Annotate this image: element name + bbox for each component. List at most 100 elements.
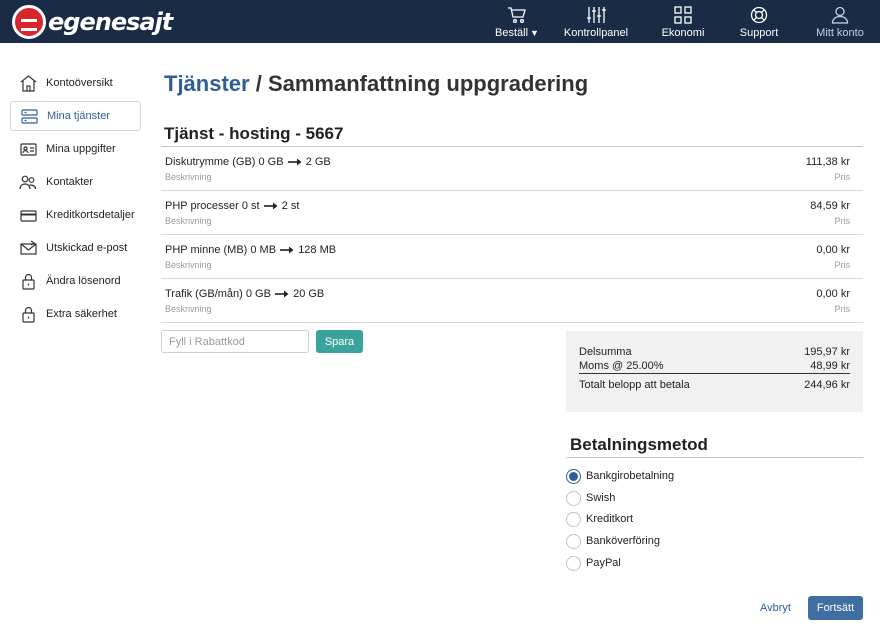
subtotal-value: 195,97 kr [804, 346, 850, 358]
row-description: Beskrivning [165, 172, 212, 182]
nav-label: Ekonomi [661, 27, 705, 39]
nav-label: Kontrollpanel [563, 27, 629, 39]
payment-option-bankoverforing[interactable]: Banköverföring [566, 532, 660, 550]
row-name: Diskutrymme (GB) 0 GB 2 GB [165, 156, 331, 168]
sidebar-item-label: Mina uppgifter [46, 143, 116, 155]
row-price: 0,00 kr [816, 244, 850, 256]
sidebar-item-utskickad-epost[interactable]: Utskickad e-post [10, 233, 141, 263]
credit-card-icon [19, 206, 37, 224]
sidebar-item-label: Utskickad e-post [46, 242, 128, 254]
sidebar-item-andra-losenord[interactable]: Ändra lösenord [10, 266, 141, 296]
vat-line: Moms @ 25.00% 48,99 kr [579, 360, 850, 372]
order-summary: Delsumma 195,97 kr Moms @ 25.00% 48,99 k… [566, 331, 863, 412]
sidebar-item-kreditkortsdetaljer[interactable]: Kreditkortsdetaljer [10, 200, 141, 230]
service-title: Tjänst - hosting - 5667 [164, 124, 344, 143]
sidebar-item-label: Kontakter [46, 176, 94, 188]
payment-option-label: Banköverföring [586, 535, 660, 547]
arrow-right-icon [280, 246, 294, 254]
nav-kontrollpanel[interactable]: Kontrollpanel [560, 0, 632, 43]
payment-option-swish[interactable]: Swish [566, 489, 615, 507]
subtotal-line: Delsumma 195,97 kr [579, 346, 850, 358]
payment-option-paypal[interactable]: PayPal [566, 554, 621, 572]
row-name: PHP processer 0 st 2 st [165, 200, 300, 212]
payment-option-label: Swish [586, 492, 616, 504]
table-row: Diskutrymme (GB) 0 GB 2 GB Beskrivning 1… [161, 147, 863, 191]
payment-option-bankgiro[interactable]: Bankgirobetalning [566, 467, 674, 485]
breadcrumb-current: Sammanfattning uppgradering [267, 71, 589, 96]
row-price-label: Pris [834, 172, 851, 182]
id-card-icon [19, 140, 37, 158]
row-price: 0,00 kr [816, 288, 850, 300]
radio-button[interactable] [566, 468, 581, 484]
continue-button[interactable]: Fortsätt [808, 596, 863, 620]
contacts-icon [19, 173, 37, 191]
vat-label: Moms @ 25.00% [579, 360, 664, 372]
table-row: PHP processer 0 st 2 st Beskrivning 84,5… [161, 191, 863, 235]
sliders-icon [587, 7, 606, 23]
cart-icon [508, 7, 526, 24]
nav-mitt-konto[interactable]: Mitt konto [810, 0, 870, 43]
row-name: Trafik (GB/mån) 0 GB 20 GB [165, 288, 325, 300]
sidebar-item-kontooversikt[interactable]: Kontoöversikt [10, 68, 141, 98]
arrow-right-icon [287, 158, 302, 166]
radio-button[interactable] [566, 555, 581, 571]
sidebar-item-label: Kreditkortsdetaljer [46, 209, 135, 221]
divider [566, 457, 863, 458]
sidebar-item-kontakter[interactable]: Kontakter [10, 167, 141, 197]
table-row: PHP minne (MB) 0 MB 128 MB Beskrivning 0… [161, 235, 863, 279]
discount-code-input[interactable] [161, 330, 309, 353]
payment-option-label: PayPal [586, 557, 621, 569]
total-line: Totalt belopp att betala 244,96 kr [579, 379, 850, 391]
row-price: 111,38 kr [805, 156, 850, 168]
breadcrumb-link-tjanster[interactable]: Tjänster [164, 71, 250, 96]
payment-option-label: Kreditkort [586, 513, 634, 525]
arrow-right-icon [275, 290, 289, 298]
envelope-icon [19, 239, 37, 257]
nav-support[interactable]: Support [734, 0, 784, 43]
sidebar-item-label: Ändra lösenord [46, 275, 121, 287]
payment-option-kreditkort[interactable]: Kreditkort [566, 510, 633, 528]
row-price: 84,59 kr [810, 200, 850, 212]
save-discount-button[interactable]: Spara [316, 330, 363, 353]
radio-button[interactable] [566, 490, 581, 506]
row-description: Beskrivning [165, 260, 212, 270]
user-icon [831, 6, 849, 24]
row-price-label: Pris [834, 304, 851, 314]
sidebar-item-mina-tjanster[interactable]: Mina tjänster [10, 101, 141, 131]
top-navigation-bar: egenesajt Beställ ▼ Kontrollpanel Ekonomi… [0, 0, 880, 43]
nav-label: Mitt konto [816, 27, 864, 39]
radio-button[interactable] [566, 533, 581, 549]
payment-method-title: Betalningsmetod [570, 435, 708, 454]
sidebar-item-label: Mina tjänster [47, 110, 110, 122]
nav-ekonomi[interactable]: Ekonomi [658, 0, 708, 43]
logo-emblem [12, 5, 46, 39]
radio-button[interactable] [566, 511, 581, 527]
row-description: Beskrivning [165, 304, 212, 314]
lock-icon [19, 305, 37, 323]
sidebar-item-label: Kontoöversikt [46, 77, 113, 89]
payment-option-label: Bankgirobetalning [586, 470, 675, 482]
nav-label: Beställ [495, 27, 529, 39]
sidebar-item-extra-sakerhet[interactable]: Extra säkerhet [10, 299, 141, 329]
row-description: Beskrivning [165, 216, 212, 226]
house-icon [19, 74, 37, 92]
lock-icon [19, 272, 37, 290]
page-title: Tjänster / Sammanfattning uppgradering [164, 71, 588, 97]
row-price-label: Pris [834, 260, 851, 270]
row-price-label: Pris [834, 216, 851, 226]
subtotal-label: Delsumma [579, 346, 632, 358]
total-label: Totalt belopp att betala [579, 379, 690, 391]
chevron-down-icon: ▼ [530, 28, 539, 38]
brand-logo[interactable]: egenesajt [12, 5, 173, 39]
vat-value: 48,99 kr [810, 360, 850, 372]
total-value: 244,96 kr [804, 379, 850, 391]
logo-text: egenesajt [48, 8, 173, 36]
breadcrumb-separator: / [249, 71, 268, 96]
sidebar-item-mina-uppgifter[interactable]: Mina uppgifter [10, 134, 141, 164]
table-row: Trafik (GB/mån) 0 GB 20 GB Beskrivning 0… [161, 279, 863, 323]
nav-label: Support [739, 27, 779, 39]
server-icon [20, 107, 38, 125]
nav-bestall[interactable]: Beställ ▼ [494, 0, 540, 43]
lifebuoy-icon [750, 6, 768, 24]
cancel-link[interactable]: Avbryt [760, 602, 791, 614]
